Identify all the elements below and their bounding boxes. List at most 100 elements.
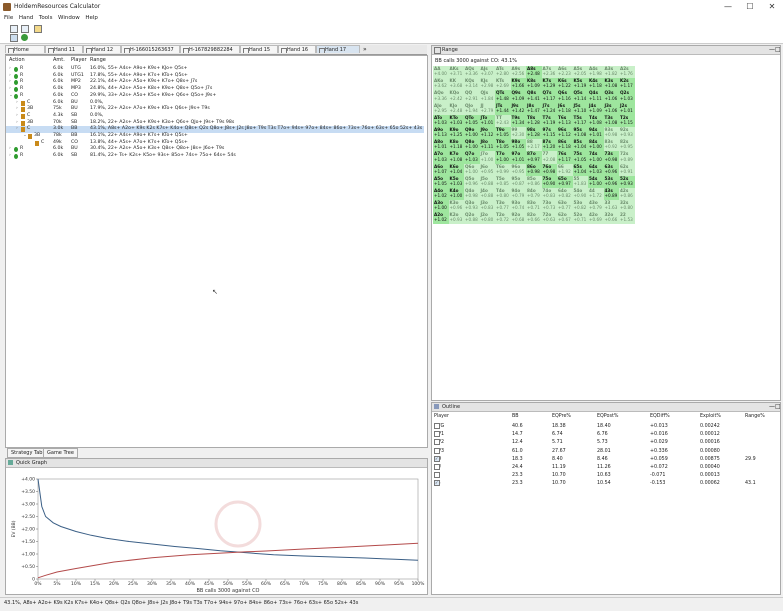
player-checkbox[interactable] (434, 464, 440, 470)
range-cell[interactable]: Q4o +0.98 (464, 187, 480, 201)
range-maximize-icon[interactable]: □ (775, 46, 781, 53)
range-cell[interactable]: A3s +1.82 (603, 66, 619, 79)
range-cell[interactable]: Q4s +1.11 (588, 90, 604, 103)
range-cell[interactable]: 83o +0.71 (526, 200, 542, 213)
range-cell[interactable]: K3s +1.08 (603, 78, 619, 91)
expand-icon[interactable]: ⌄ (9, 93, 13, 100)
range-cell[interactable]: 87o +0.97 (526, 151, 542, 164)
range-cell[interactable]: T8s +1.28 (526, 114, 542, 127)
range-cell[interactable]: A7o +1.03 (433, 151, 449, 164)
range-cell[interactable]: KTo +1.03 (448, 114, 464, 127)
range-cell[interactable]: 66 +1.92 (557, 163, 573, 176)
expand-icon[interactable]: › (9, 79, 11, 86)
range-cell[interactable]: J2s +1.01 (619, 102, 635, 115)
tree-row[interactable]: › R 6.0k UTG1 17.8%, 55+ A4s+ A9o+ K7s+ KTo+… (6, 73, 424, 80)
range-cell[interactable]: 22 +1.53 (619, 212, 635, 225)
outline-row[interactable]: MP3 61.0 27.67 28.01 +0.336 0.00080 (432, 447, 783, 456)
range-cell[interactable]: A9s +2.56 (510, 66, 526, 79)
range-cell[interactable]: A2o +1.02 (433, 212, 449, 225)
range-cell[interactable]: QTs +1.48 (495, 90, 511, 103)
range-cell[interactable]: 94o +0.79 (510, 187, 526, 201)
range-cell[interactable]: J7o +1.00 (479, 151, 495, 164)
range-cell[interactable]: T7s +1.19 (541, 114, 557, 127)
range-cell[interactable]: J3o +0.83 (479, 200, 495, 213)
player-checkbox[interactable] (434, 447, 440, 454)
menu-tools[interactable]: Tools (39, 14, 53, 23)
range-cell[interactable]: 83s +0.92 (603, 139, 619, 152)
range-cell[interactable]: 64o +0.82 (557, 187, 573, 201)
range-cell[interactable]: 85o +0.86 (526, 175, 542, 188)
range-cell[interactable]: J5o +0.88 (479, 175, 495, 188)
range-cell[interactable]: Q9s +1.09 (510, 90, 526, 103)
tab-hand-h166[interactable]: H-166015263637 (121, 45, 180, 53)
tab-hand-h167[interactable]: H-167829882284 (180, 45, 240, 53)
expand-icon[interactable]: › (9, 86, 11, 93)
range-cell[interactable]: J5s +1.10 (572, 102, 588, 115)
range-cell[interactable]: K8s +1.09 (526, 78, 542, 91)
range-cell[interactable]: Q2o +0.88 (464, 212, 480, 225)
range-cell[interactable]: J6o +0.95 (479, 163, 495, 176)
range-cell[interactable]: K9o +1.25 (448, 126, 464, 140)
open-folder-icon[interactable] (34, 25, 42, 33)
menu-hand[interactable]: Hand (19, 14, 33, 23)
range-cell[interactable]: 43s +0.89 (603, 187, 619, 201)
range-cell[interactable]: 63s +0.96 (603, 163, 619, 176)
tree-row[interactable]: › R 6.0k SB 81.4%, 22+ Ts+ K2s+ K5o+ 93s+ 85… (6, 153, 424, 160)
range-cell[interactable]: Q8s +1.41 (526, 90, 542, 103)
range-cell[interactable]: K2o +0.93 (448, 212, 464, 225)
range-cell[interactable]: 72o +0.63 (541, 212, 557, 225)
range-cell[interactable]: A7s +2.36 (541, 66, 557, 79)
tree-row[interactable]: › C 6.0k BU 0.0%, (6, 100, 424, 107)
tree-row[interactable]: › C 4.3k SB 0.0%, (6, 113, 424, 120)
range-cell[interactable]: KTs +2.69 (495, 78, 511, 91)
range-cell[interactable]: Q6s +1.16 (557, 90, 573, 103)
range-cell[interactable]: A5s +2.05 (572, 66, 588, 79)
tab-game-tree[interactable]: Game Tree (43, 448, 78, 458)
expand-icon[interactable]: › (9, 66, 11, 73)
range-cell[interactable]: AJo +2.95 (433, 102, 449, 115)
range-cell[interactable]: 86s +1.18 (557, 139, 573, 152)
range-cell[interactable]: A9o +1.13 (433, 126, 449, 140)
range-cell[interactable]: Q3o +0.93 (464, 200, 480, 213)
save-icon[interactable] (10, 34, 18, 42)
range-cell[interactable]: J3s +1.06 (603, 102, 619, 115)
menu-help[interactable]: Help (85, 14, 98, 23)
range-cell[interactable]: J9o +1.12 (479, 126, 495, 140)
range-cell[interactable]: AKs +3.71 (448, 66, 464, 79)
range-cell[interactable]: 87s +1.20 (541, 139, 557, 152)
range-cell[interactable]: T7o +1.00 (495, 151, 511, 164)
range-cell[interactable]: QJo +1.94 (464, 102, 480, 115)
range-cell[interactable]: ATs +2.80 (495, 66, 511, 79)
range-cell[interactable]: K8o +1.18 (448, 139, 464, 152)
range-cell[interactable]: KK +3.68 (448, 78, 464, 91)
range-cell[interactable]: 53o +0.82 (572, 200, 588, 213)
range-cell[interactable]: Q5s +1.14 (572, 90, 588, 103)
range-cell[interactable]: T2s +1.15 (619, 114, 635, 127)
range-cell[interactable]: J6s +1.18 (557, 102, 573, 115)
range-cell[interactable]: KJs +2.98 (479, 78, 495, 91)
maximize-button[interactable]: ☐ (740, 1, 760, 12)
range-cell[interactable]: T4o +0.80 (495, 187, 511, 201)
range-cell[interactable]: K9s +1.66 (510, 78, 526, 91)
tab-hand-16[interactable]: Hand 16 (278, 45, 316, 53)
range-cell[interactable]: K7o +1.08 (448, 151, 464, 164)
player-checkbox[interactable] (434, 472, 440, 479)
player-checkbox[interactable] (434, 439, 440, 446)
range-cell[interactable]: J7s +1.24 (541, 102, 557, 115)
range-cell[interactable]: J4o +0.88 (479, 187, 495, 201)
range-cell[interactable]: JTs +1.44 (495, 102, 511, 115)
outline-maximize-icon[interactable]: □ (775, 403, 781, 410)
range-cell[interactable]: A6s +2.23 (557, 66, 573, 79)
range-cell[interactable]: T5s +1.17 (572, 114, 588, 127)
range-cell[interactable]: TT +2.43 (495, 114, 511, 127)
range-cell[interactable]: JTo +1.01 (479, 114, 495, 127)
range-cell[interactable]: QJs +1.84 (479, 90, 495, 103)
range-cell[interactable]: 98s +1.28 (526, 126, 542, 140)
range-cell[interactable]: KQs +3.14 (464, 78, 480, 91)
range-cell[interactable]: 85s +1.04 (572, 139, 588, 152)
range-cell[interactable]: Q6o +1.00 (464, 163, 480, 176)
outline-row[interactable]: ✓BB 23.3 10.70 10.54 -0.153 0.00062 43.1 (432, 480, 783, 488)
range-cell[interactable]: Q2s +1.03 (619, 90, 635, 103)
range-cell[interactable]: K6s +1.22 (557, 78, 573, 91)
range-cell[interactable]: T3s +1.08 (603, 114, 619, 127)
